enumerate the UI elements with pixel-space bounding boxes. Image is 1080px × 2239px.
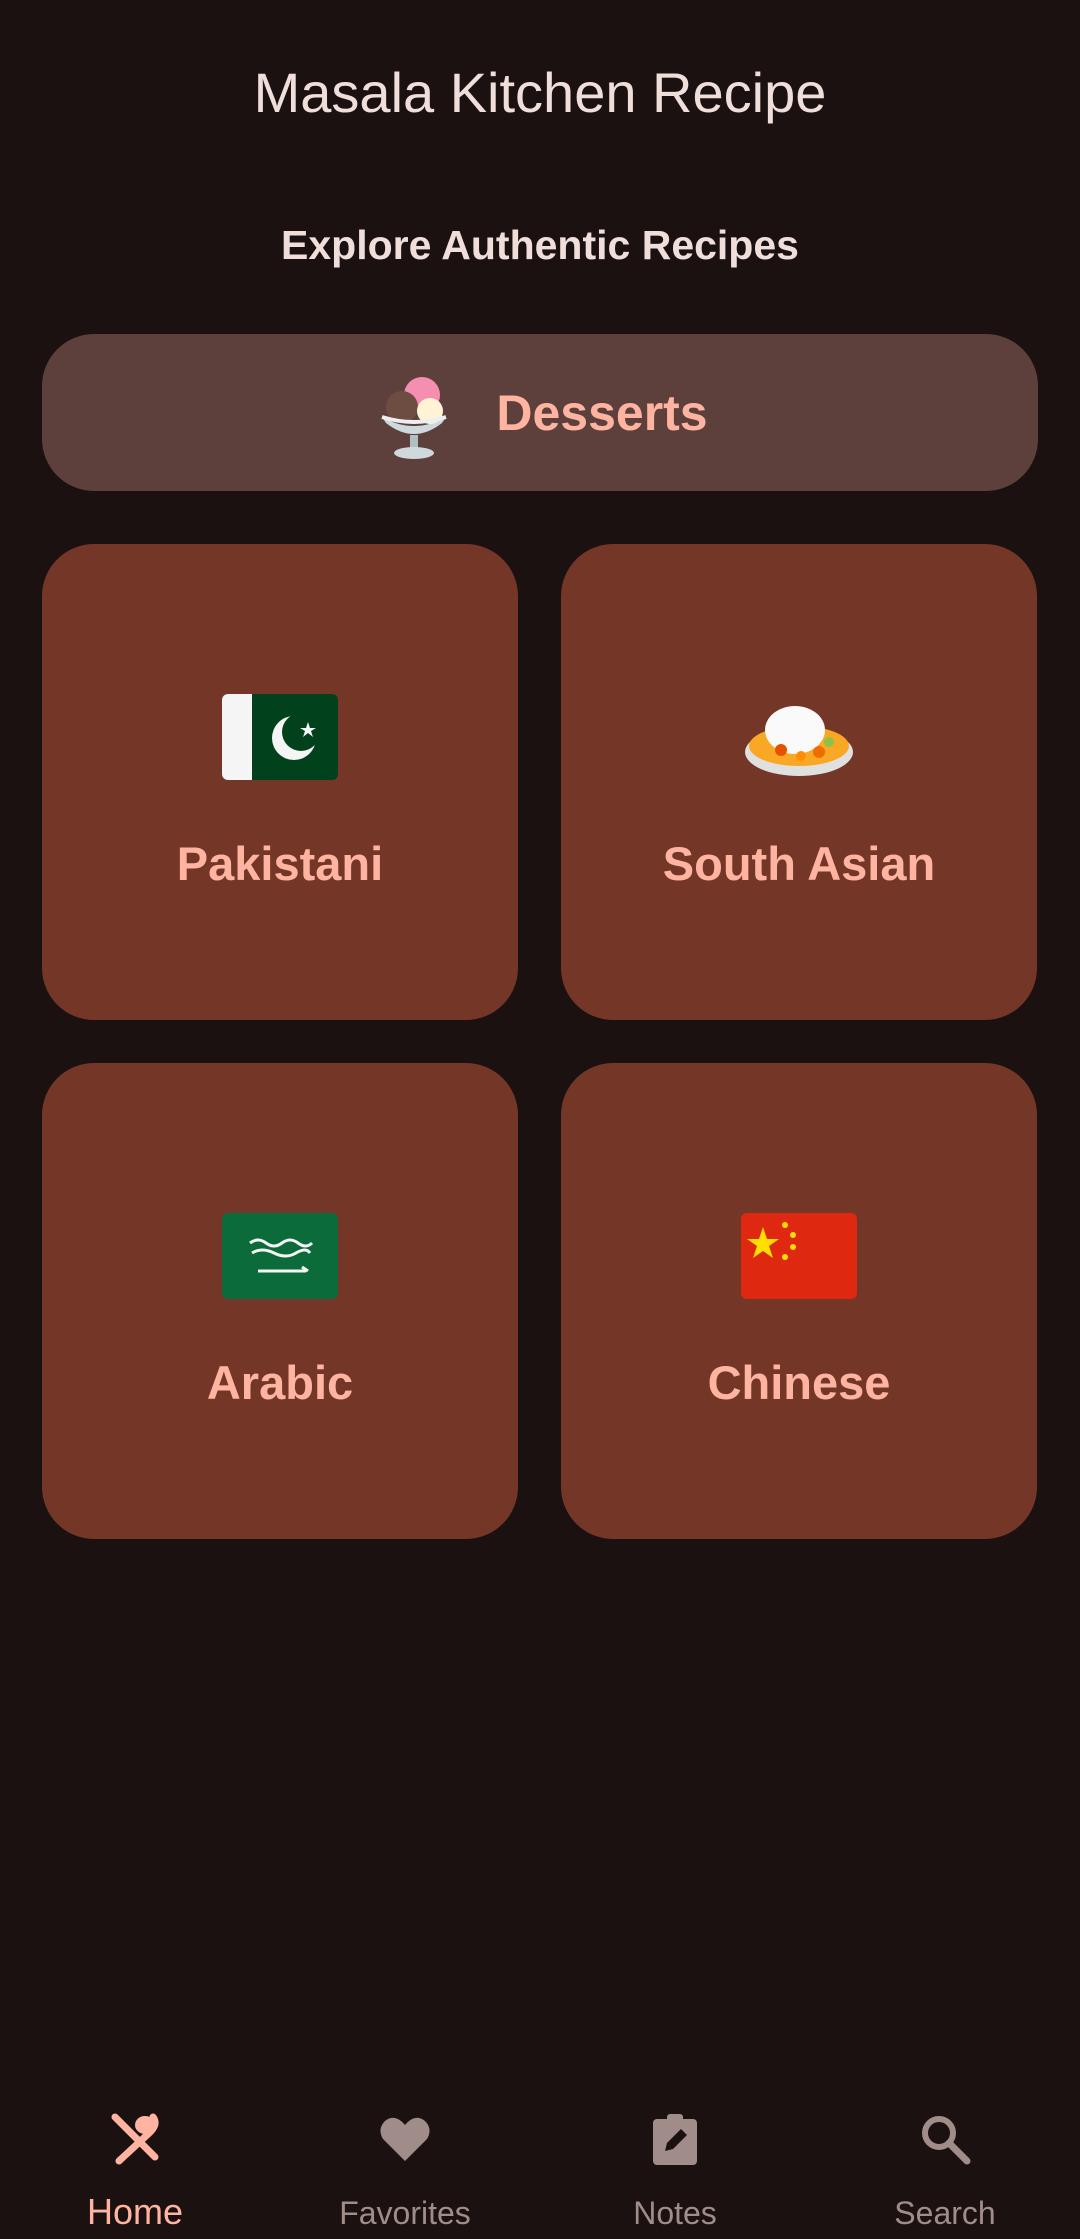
home-screen: Masala Kitchen Recipe Explore Authentic … (0, 0, 1080, 2239)
app-title: Masala Kitchen Recipe (253, 61, 827, 124)
curry-rice-icon (745, 706, 853, 776)
desserts-label: Desserts (496, 384, 708, 441)
nav-home[interactable]: Home (0, 2075, 270, 2239)
nav-notes-label: Notes (633, 2195, 717, 2231)
desserts-category-button[interactable]: Desserts (42, 334, 1038, 491)
category-label: Pakistani (176, 837, 384, 890)
nav-favorites[interactable]: Favorites (270, 2075, 540, 2239)
category-card-chinese[interactable]: Chinese (561, 1063, 1037, 1539)
note-edit-icon (653, 2114, 697, 2165)
nav-home-label: Home (86, 2191, 184, 2232)
category-card-pakistani[interactable]: Pakistani (42, 544, 518, 1020)
category-label: South Asian (662, 837, 936, 890)
nav-search[interactable]: Search (810, 2075, 1080, 2239)
category-card-arabic[interactable]: Arabic (42, 1063, 518, 1539)
heart-icon (380, 2117, 430, 2161)
section-subtitle: Explore Authentic Recipes (281, 222, 799, 268)
pakistan-flag-icon (222, 694, 338, 780)
bottom-navigation-bar: Home Favorites Notes Search (0, 2075, 1080, 2239)
nav-favorites-label: Favorites (339, 2195, 471, 2231)
search-icon (922, 2116, 971, 2165)
china-flag-icon (741, 1213, 857, 1299)
nav-search-label: Search (894, 2195, 996, 2231)
nav-notes[interactable]: Notes (540, 2075, 810, 2239)
ice-cream-sundae-icon (381, 376, 447, 459)
utensils-icon (111, 2113, 159, 2165)
category-label: Arabic (206, 1356, 354, 1409)
category-label: Chinese (707, 1356, 891, 1409)
saudi-arabia-flag-icon (222, 1213, 338, 1299)
category-card-south-asian[interactable]: South Asian (561, 544, 1037, 1020)
